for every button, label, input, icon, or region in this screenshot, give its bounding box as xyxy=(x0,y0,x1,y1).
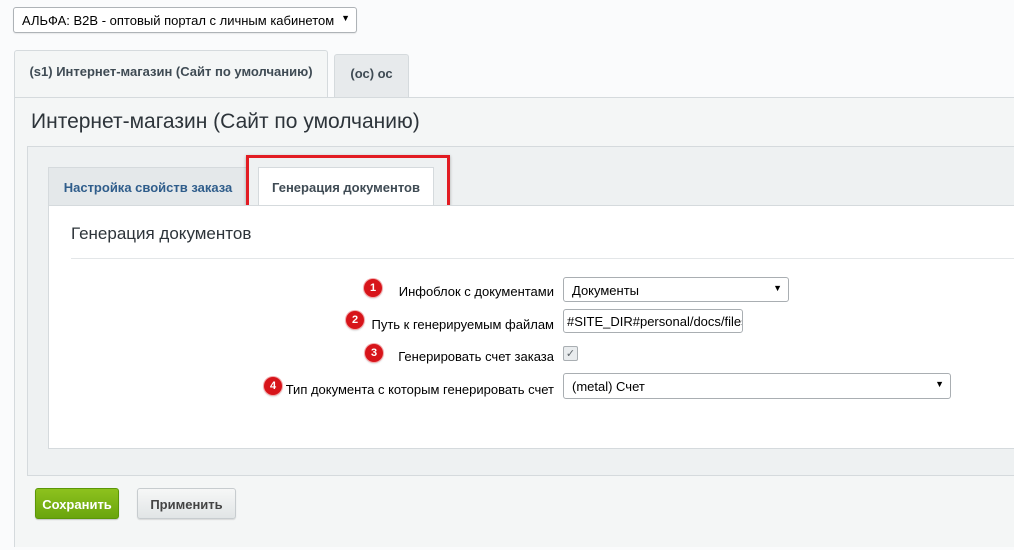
field-label-document-type: Тип документа с которым генерировать сче… xyxy=(285,382,554,397)
form-buttons: Сохранить Применить xyxy=(15,488,315,520)
site-select[interactable]: АЛЬФА: B2B - оптовый портал с личным каб… xyxy=(13,7,357,33)
chevron-down-icon: ▼ xyxy=(341,13,350,23)
iblock-select[interactable]: Документы ▼ xyxy=(563,277,789,302)
field-label-path: Путь к генерируемым файлам xyxy=(371,317,554,332)
iblock-select-value: Документы xyxy=(572,283,640,298)
path-input[interactable]: #SITE_DIR#personal/docs/files/ xyxy=(563,309,743,333)
inner-tabs-frame: Настройка свойств заказа Генерация докум… xyxy=(27,146,1014,476)
settings-panel: Интернет-магазин (Сайт по умолчанию) Нас… xyxy=(14,97,1014,547)
field-label-iblock: Инфоблок с документами xyxy=(398,284,554,299)
tab-os[interactable]: (ос) ос xyxy=(334,54,409,97)
tab-content: Генерация документов 1 Инфоблок с докуме… xyxy=(48,205,1014,449)
tab-s1-shop[interactable]: (s1) Интернет-магазин (Сайт по умолчанию… xyxy=(14,50,328,98)
save-button[interactable]: Сохранить xyxy=(35,488,119,519)
chevron-down-icon: ▼ xyxy=(773,283,782,293)
document-type-select-value: (metal) Счет xyxy=(572,379,645,394)
section-title: Генерация документов xyxy=(71,224,252,243)
apply-button[interactable]: Применить xyxy=(137,488,236,519)
field-label-generate-invoice: Генерировать счет заказа xyxy=(398,349,554,364)
tab-order-properties[interactable]: Настройка свойств заказа xyxy=(48,167,248,205)
generate-invoice-checkbox[interactable]: ✓ xyxy=(563,346,578,361)
divider xyxy=(71,258,1014,259)
chevron-down-icon: ▼ xyxy=(935,379,944,389)
document-type-select[interactable]: (metal) Счет ▼ xyxy=(563,373,951,399)
site-select-value: АЛЬФА: B2B - оптовый портал с личным каб… xyxy=(22,13,335,28)
page-title: Интернет-магазин (Сайт по умолчанию) xyxy=(31,110,420,133)
